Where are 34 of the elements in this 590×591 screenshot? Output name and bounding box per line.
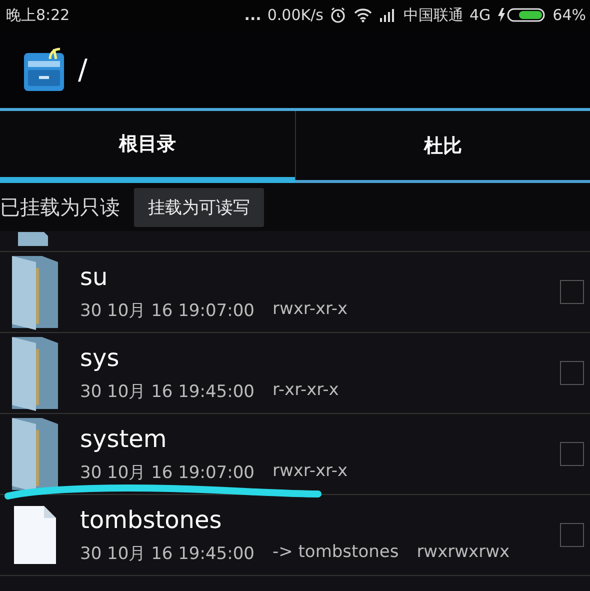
checkbox[interactable] — [560, 523, 584, 547]
mount-read-write-button[interactable]: 挂载为可读写 — [134, 188, 264, 226]
current-path: / — [78, 52, 88, 86]
file-name: su — [80, 262, 109, 290]
modified-date: 30 10月 16 19:07:00 — [80, 300, 254, 322]
wifi-icon — [353, 7, 374, 23]
checkbox[interactable] — [560, 442, 584, 466]
file-name: tombstones — [80, 506, 223, 534]
network-type: 4G — [469, 6, 491, 24]
tab[interactable]: 杜比 — [294, 111, 590, 180]
modified-date: 30 10月 16 19:45:00 — [80, 380, 254, 402]
carrier-name: 中国联通 — [403, 6, 464, 24]
checkbox[interactable] — [560, 361, 584, 385]
notification-dots: ... — [244, 6, 262, 24]
charging-battery-icon — [496, 7, 547, 23]
link-target: -> tombstones — [272, 542, 399, 564]
alarm-clock-icon — [329, 6, 348, 24]
folder-icon — [10, 416, 60, 492]
file-name: sys — [80, 344, 120, 372]
permissions: r-xr-xr-x — [272, 380, 339, 402]
folder-icon — [10, 254, 60, 330]
mount-status: 已挂载为只读 — [0, 194, 120, 220]
file-name: system — [80, 424, 168, 452]
permissions: rwxr-xr-x — [272, 460, 348, 482]
permissions: rwxr-xr-x — [272, 298, 348, 320]
network-speed: 0.00K/s — [267, 6, 324, 24]
folder-icon — [10, 335, 60, 411]
checkbox[interactable] — [560, 280, 584, 304]
modified-date: 30 10月 16 19:07:00 — [80, 462, 254, 484]
clock-time: 晚上8:22 — [6, 6, 70, 24]
file-cabinet-logo-icon[interactable] — [22, 45, 66, 93]
modified-date: 30 10月 16 19:45:00 — [80, 542, 254, 564]
battery-percent: 64% — [552, 6, 586, 24]
permissions: rwxrwxrwx — [416, 542, 510, 564]
